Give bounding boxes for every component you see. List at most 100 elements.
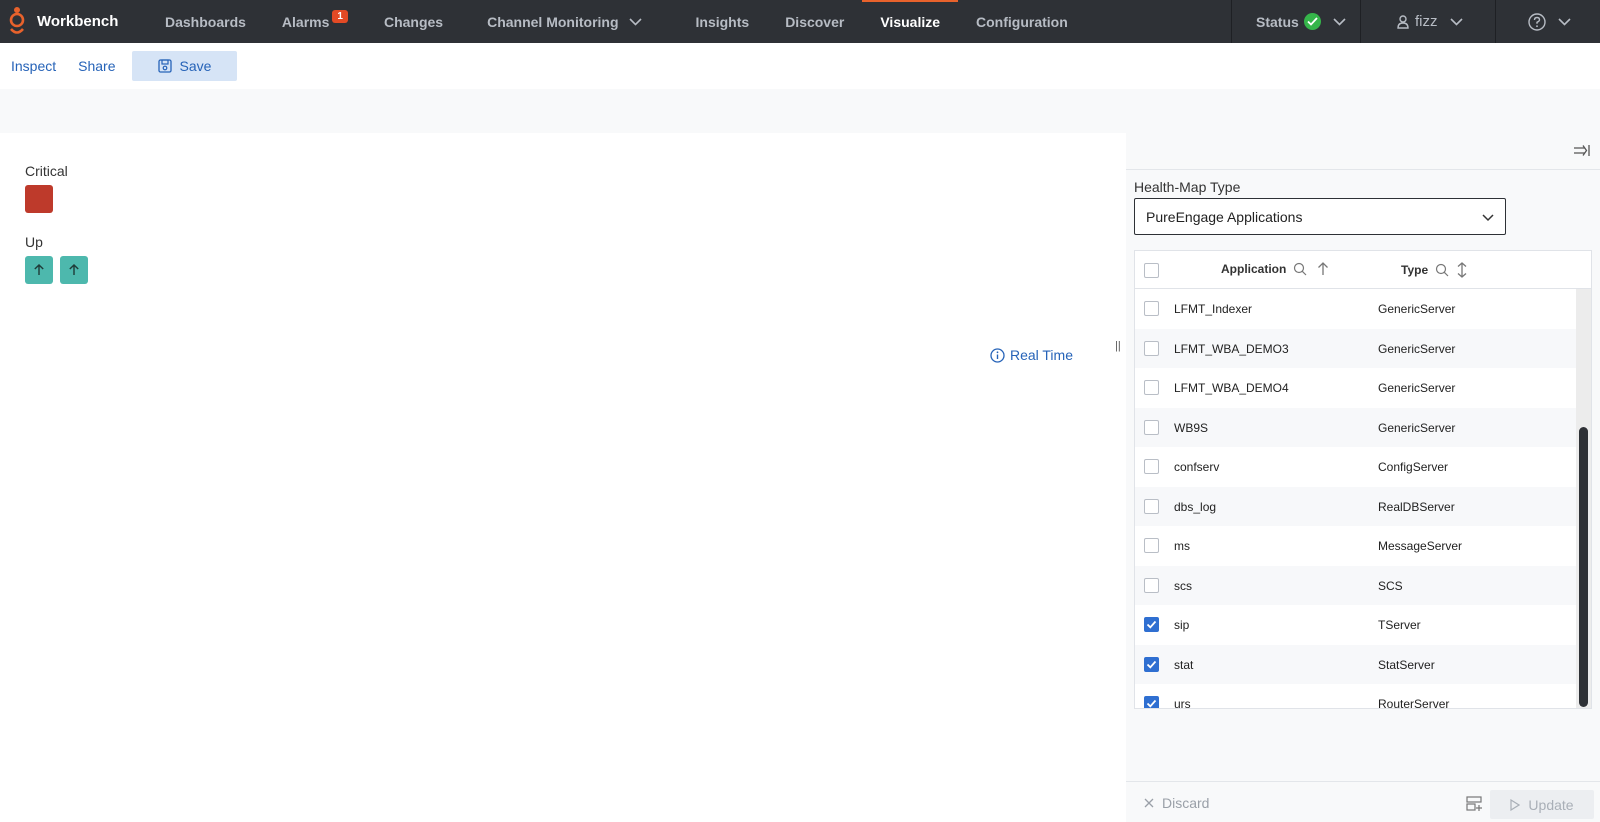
brand[interactable]: Workbench — [0, 0, 137, 43]
grid-scrollbar[interactable] — [1576, 289, 1591, 708]
row-checkbox[interactable] — [1144, 419, 1159, 435]
chevron-down-icon — [628, 17, 642, 26]
cell-application: confserv — [1174, 460, 1220, 474]
column-application-label: Application — [1221, 262, 1287, 276]
save-label: Save — [179, 58, 212, 74]
grid-rows: LFMT_Indexer GenericServer LFMT_WBA_DEMO3 G… — [1135, 289, 1578, 708]
chevron-down-icon — [1333, 17, 1346, 26]
nav-changes[interactable]: Changes — [366, 0, 461, 43]
table-row[interactable]: urs RouterServer — [1135, 684, 1578, 708]
cell-application: WB9S — [1174, 420, 1209, 435]
share-button[interactable]: Share — [67, 51, 126, 81]
table-row[interactable]: LFMT_Indexer GenericServer — [1135, 289, 1578, 328]
health-map-type-select[interactable]: PureEngage Applications — [1134, 198, 1506, 235]
row-checkbox[interactable] — [1144, 538, 1159, 553]
critical-tile[interactable] — [25, 185, 53, 213]
nav-channel-monitoring-label: Channel Monitoring — [487, 13, 619, 30]
discard-button[interactable]: Discard — [1144, 795, 1209, 811]
save-button[interactable]: Save — [131, 51, 238, 81]
cell-application: dbs_log — [1174, 499, 1217, 514]
cell-type: MessageServer — [1378, 539, 1463, 553]
discard-label: Discard — [1162, 795, 1210, 811]
update-button[interactable]: Update — [1490, 790, 1594, 819]
nav-dashboards[interactable]: Dashboards — [147, 0, 264, 43]
table-row[interactable]: WB9S GenericServer — [1135, 407, 1578, 447]
health-map-type-value: PureEngage Applications — [1146, 208, 1303, 225]
row-checkbox[interactable] — [1144, 498, 1159, 514]
cell-type: GenericServer — [1378, 381, 1456, 395]
cell-type: GenericServer — [1378, 302, 1456, 316]
nav-visualize[interactable]: Visualize — [862, 0, 958, 43]
chevron-down-icon — [1482, 214, 1494, 222]
alarms-count-badge: 1 — [332, 10, 348, 23]
select-all-checkbox[interactable] — [1144, 263, 1159, 278]
arrow-up-icon — [34, 264, 44, 275]
panel-footer: Discard Update — [1126, 781, 1600, 822]
nav-insights[interactable]: Insights — [678, 0, 768, 43]
row-checkbox[interactable] — [1144, 380, 1159, 395]
row-checkbox[interactable] — [1144, 696, 1159, 708]
table-row[interactable]: scs SCS — [1135, 565, 1578, 605]
table-row[interactable]: confserv ConfigServer — [1135, 447, 1578, 486]
real-time-link[interactable]: Real Time — [990, 347, 1073, 363]
up-tile[interactable] — [25, 256, 53, 284]
table-row[interactable]: ms MessageServer — [1135, 526, 1578, 565]
sort-ascending-icon[interactable] — [1317, 262, 1329, 276]
nav-discover-label: Discover — [785, 13, 845, 30]
cell-application: LFMT_WBA_DEMO3 — [1174, 341, 1289, 356]
nav-alarms-label: Alarms — [281, 13, 330, 30]
table-row[interactable]: sip TServer — [1135, 605, 1578, 644]
group-label-up: Up — [25, 234, 43, 250]
row-checkbox[interactable] — [1144, 617, 1159, 632]
panel-splitter-handle[interactable]: || — [1115, 340, 1121, 352]
status-ok-icon — [1303, 13, 1321, 30]
up-tile[interactable] — [60, 256, 88, 284]
user-menu[interactable]: fizz — [1360, 0, 1495, 43]
cell-type: ConfigServer — [1378, 460, 1449, 474]
nav-right: Status fizz — [1231, 0, 1600, 43]
health-map-type-label: Health-Map Type — [1134, 179, 1241, 195]
search-icon[interactable] — [1435, 263, 1449, 277]
row-checkbox[interactable] — [1144, 340, 1159, 356]
nav-channel-monitoring[interactable]: Channel Monitoring — [469, 0, 659, 43]
nav-discover[interactable]: Discover — [767, 0, 862, 43]
search-icon[interactable] — [1293, 262, 1307, 276]
user-icon — [1397, 14, 1409, 29]
user-name: fizz — [1415, 13, 1438, 30]
nav-alarms[interactable]: Alarms 1 — [264, 0, 366, 43]
chevron-down-icon — [1449, 17, 1463, 26]
inspect-button[interactable]: Inspect — [0, 51, 67, 81]
nav-visualize-label: Visualize — [880, 13, 941, 30]
app-name: Workbench — [37, 13, 119, 30]
row-checkbox[interactable] — [1144, 301, 1159, 316]
row-checkbox[interactable] — [1144, 656, 1159, 672]
table-row[interactable]: LFMT_WBA_DEMO3 GenericServer — [1135, 328, 1578, 368]
checkmark-icon — [1146, 699, 1157, 708]
health-map-canvas: Critical Up Real Time — [0, 133, 1100, 822]
help-menu[interactable] — [1495, 0, 1600, 43]
collapse-panel-icon[interactable] — [1572, 141, 1592, 161]
cell-type: StatServer — [1378, 657, 1435, 672]
status-menu[interactable]: Status — [1231, 0, 1360, 43]
grid-scrollbar-thumb[interactable] — [1579, 427, 1588, 707]
cell-application: stat — [1174, 657, 1194, 672]
cell-type: RealDBServer — [1378, 499, 1455, 514]
column-header-type[interactable]: Type — [1401, 262, 1468, 278]
column-header-application[interactable]: Application — [1221, 262, 1329, 276]
table-row[interactable]: stat StatServer — [1135, 644, 1578, 684]
close-icon — [1144, 798, 1154, 808]
row-checkbox[interactable] — [1144, 459, 1159, 474]
add-row-icon[interactable] — [1466, 796, 1483, 812]
table-row[interactable]: dbs_log RealDBServer — [1135, 486, 1578, 526]
help-icon — [1528, 12, 1546, 31]
settings-panel: Health-Map Type PureEngage Applications … — [1126, 133, 1600, 822]
sort-icon[interactable] — [1456, 262, 1468, 278]
table-row[interactable]: LFMT_WBA_DEMO4 GenericServer — [1135, 368, 1578, 407]
nav-dashboards-label: Dashboards — [165, 13, 246, 30]
cell-application: LFMT_WBA_DEMO4 — [1174, 381, 1289, 395]
nav-configuration[interactable]: Configuration — [958, 0, 1086, 43]
toolbar-band — [0, 89, 1600, 133]
row-checkbox[interactable] — [1144, 577, 1159, 593]
cell-application: sip — [1174, 618, 1190, 632]
cell-type: SCS — [1378, 578, 1403, 593]
